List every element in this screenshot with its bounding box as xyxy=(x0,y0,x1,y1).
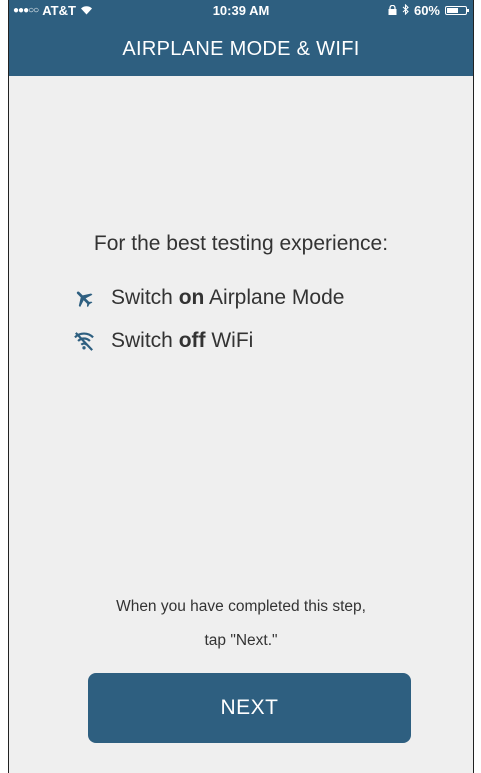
completion-hint-line1: When you have completed this step, xyxy=(116,598,366,615)
instruction-emphasis: on xyxy=(178,286,205,309)
instruction-suffix: WiFi xyxy=(205,329,254,352)
page-title: AIRPLANE MODE & WIFI xyxy=(9,22,473,76)
instruction-prefix: Switch xyxy=(111,329,179,352)
bluetooth-icon xyxy=(402,3,409,18)
instructions-headline: For the best testing experience: xyxy=(93,232,389,255)
wifi-off-icon xyxy=(73,331,95,351)
instruction-airplane-mode: Switch on Airplane Mode xyxy=(73,286,344,310)
completion-hint-line2: tap "Next." xyxy=(204,632,278,649)
battery-percent: 60% xyxy=(413,3,440,18)
lock-icon xyxy=(388,3,397,18)
instruction-text: Switch on Airplane Mode xyxy=(111,286,344,310)
instruction-text: Switch off WiFi xyxy=(111,329,253,353)
completion-hint: When you have completed this step, tap "… xyxy=(9,590,473,658)
instruction-wifi: Switch off WiFi xyxy=(73,329,253,353)
instruction-prefix: Switch xyxy=(111,286,179,309)
airplane-icon xyxy=(73,287,95,309)
instruction-suffix: Airplane Mode xyxy=(204,286,345,309)
status-bar: ●●●○○ AT&T 10:39 AM 60% xyxy=(9,0,473,22)
battery-icon xyxy=(445,6,469,15)
status-right: 60% xyxy=(388,3,469,18)
next-button[interactable]: NEXT xyxy=(88,673,411,743)
app-screen: ●●●○○ AT&T 10:39 AM 60% AIRPLANE MODE & … xyxy=(8,0,474,773)
battery-fill xyxy=(447,8,458,13)
instruction-emphasis: off xyxy=(178,329,206,352)
